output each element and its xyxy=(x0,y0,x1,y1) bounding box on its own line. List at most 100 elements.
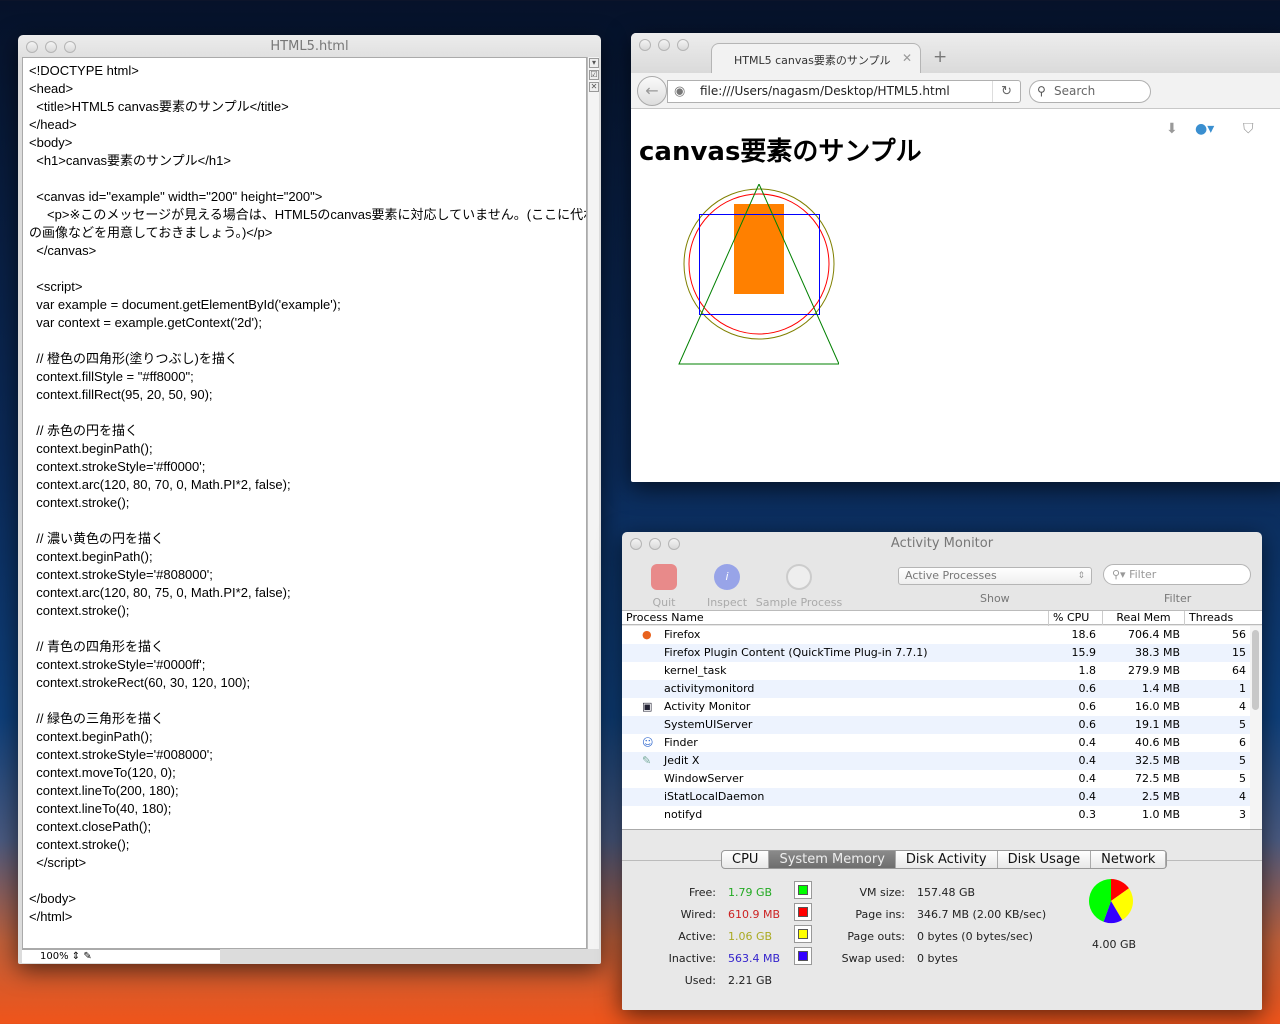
app-icon: ● xyxy=(642,628,652,641)
sample-process-button[interactable]: Sample Process xyxy=(754,560,844,609)
code-line: context.strokeStyle='#808000'; xyxy=(29,567,213,582)
show-select[interactable]: Active Processes ⇕ xyxy=(898,567,1092,585)
code-line: context.arc(120, 80, 70, 0, Math.PI*2, f… xyxy=(29,477,291,492)
process-cpu: 15.9 xyxy=(1071,646,1097,659)
memory-label: Used: xyxy=(684,974,716,987)
close-tab-icon[interactable]: ✕ xyxy=(902,51,912,65)
tab-active[interactable]: HTML5 canvas要素のサンプル ✕ xyxy=(711,43,921,73)
inspect-button[interactable]: i Inspect xyxy=(706,560,748,609)
code-line: context.beginPath(); xyxy=(29,729,153,744)
stopwatch-icon xyxy=(786,564,812,590)
code-line: context.fillRect(95, 20, 50, 90); xyxy=(29,387,213,402)
process-cpu: 0.3 xyxy=(1078,808,1097,821)
process-mem: 279.9 MB xyxy=(1127,664,1180,677)
table-row[interactable]: ☺ Finder 0.4 40.6 MB 6 xyxy=(622,734,1250,752)
process-name: iStatLocalDaemon xyxy=(664,790,765,803)
table-row[interactable]: notifyd 0.3 1.0 MB 3 xyxy=(622,806,1250,824)
vm-label: Page outs: xyxy=(847,930,905,943)
table-row[interactable]: iStatLocalDaemon 0.4 2.5 MB 4 xyxy=(622,788,1250,806)
code-editor[interactable]: <!DOCTYPE html> <head> <title>HTML5 canva… xyxy=(22,57,587,949)
code-line: // 青色の四角形を描く xyxy=(29,639,165,654)
table-row[interactable]: activitymonitord 0.6 1.4 MB 1 xyxy=(622,680,1250,698)
col-real-mem[interactable]: Real Mem xyxy=(1102,611,1184,625)
download-icon[interactable]: ⬇ xyxy=(1166,121,1178,137)
addon-icon[interactable]: ●▾ xyxy=(1195,121,1214,137)
stepper-icon[interactable]: ⇕ xyxy=(72,951,80,962)
process-threads: 4 xyxy=(1239,790,1246,803)
editor-scrollbar[interactable]: ▾ ☑ ✕ xyxy=(587,57,599,949)
code-line: context.beginPath(); xyxy=(29,549,153,564)
memory-value: 563.4 MB xyxy=(728,952,781,965)
url-bar[interactable]: ◉ file:///Users/nagasm/Desktop/HTML5.html… xyxy=(667,80,1021,103)
memory-value: 1.79 GB xyxy=(728,886,773,899)
window-controls[interactable] xyxy=(639,39,689,51)
process-mem: 72.5 MB xyxy=(1134,772,1180,785)
code-line: context.arc(120, 80, 75, 0, Math.PI*2, f… xyxy=(29,585,291,600)
code-line: <title>HTML5 canvas要素のサンプル</title> xyxy=(29,99,289,114)
orange-rect xyxy=(734,204,784,294)
vm-value: 0 bytes xyxy=(917,952,958,965)
table-scrollbar[interactable] xyxy=(1250,626,1262,829)
col-threads[interactable]: Threads xyxy=(1184,611,1250,625)
process-threads: 3 xyxy=(1239,808,1246,821)
process-threads: 5 xyxy=(1239,754,1246,767)
code-line: <script> xyxy=(29,279,83,294)
process-mem: 706.4 MB xyxy=(1127,628,1180,641)
process-mem: 40.6 MB xyxy=(1134,736,1180,749)
filter-input[interactable]: ⚲▾ Filter xyxy=(1103,564,1251,585)
memory-value: 1.06 GB xyxy=(728,930,773,943)
tab-disk-activity[interactable]: Disk Activity xyxy=(896,851,998,868)
process-table: ● Firefox 18.6 706.4 MB 56 Firefox Plugin Con… xyxy=(622,626,1250,829)
color-swatch[interactable] xyxy=(794,947,812,965)
memory-value: 610.9 MB xyxy=(728,908,781,921)
code-line: <p>※このメッセージが見える場合は、HTML5のcanvas要素に対応していま… xyxy=(29,207,587,222)
table-row[interactable]: SystemUIServer 0.6 19.1 MB 5 xyxy=(622,716,1250,734)
tab-disk-usage[interactable]: Disk Usage xyxy=(998,851,1092,868)
process-name: kernel_task xyxy=(664,664,727,677)
reload-icon[interactable]: ↻ xyxy=(992,81,1012,102)
new-tab-button[interactable]: + xyxy=(933,47,947,67)
memory-label: Inactive: xyxy=(668,952,716,965)
process-name: WindowServer xyxy=(664,772,744,785)
code-line: var example = document.getElementById('e… xyxy=(29,297,341,312)
code-line: <body> xyxy=(29,135,73,150)
tab-bar: CPU System Memory Disk Activity Disk Usage N… xyxy=(721,850,1168,869)
table-row[interactable]: kernel_task 1.8 279.9 MB 64 xyxy=(622,662,1250,680)
back-button[interactable]: ← xyxy=(637,76,667,106)
process-threads: 56 xyxy=(1232,628,1246,641)
shield-icon[interactable]: ⛉ xyxy=(1243,121,1254,137)
process-name: Firefox xyxy=(664,628,701,641)
code-line: </body> xyxy=(29,891,76,906)
code-line: </html> xyxy=(29,909,73,924)
process-cpu: 18.6 xyxy=(1071,628,1097,641)
code-line: context.stroke(); xyxy=(29,603,130,618)
table-row[interactable]: ● Firefox 18.6 706.4 MB 56 xyxy=(622,626,1250,644)
code-line: <!DOCTYPE html> xyxy=(29,63,139,78)
code-line: context.stroke(); xyxy=(29,495,130,510)
app-icon: ▣ xyxy=(642,700,653,713)
code-line: // 赤色の円を描く xyxy=(29,423,139,438)
col-process-name[interactable]: Process Name xyxy=(622,611,708,625)
search-input[interactable]: ⚲ Search xyxy=(1029,80,1151,103)
code-line: context.stroke(); xyxy=(29,837,130,852)
table-row[interactable]: ▣ Activity Monitor 0.6 16.0 MB 4 xyxy=(622,698,1250,716)
process-threads: 5 xyxy=(1239,718,1246,731)
color-swatch[interactable] xyxy=(794,903,812,921)
color-swatch[interactable] xyxy=(794,925,812,943)
process-cpu: 0.6 xyxy=(1078,682,1097,695)
memory-value: 2.21 GB xyxy=(728,974,773,987)
table-row[interactable]: Firefox Plugin Content (QuickTime Plug-i… xyxy=(622,644,1250,662)
vm-value: 346.7 MB (2.00 KB/sec) xyxy=(917,908,1047,921)
tab-network[interactable]: Network xyxy=(1091,851,1167,868)
code-line: </canvas> xyxy=(29,243,97,258)
table-row[interactable]: WindowServer 0.4 72.5 MB 5 xyxy=(622,770,1250,788)
vm-value: 157.48 GB xyxy=(917,886,976,899)
tab-system-memory[interactable]: System Memory xyxy=(769,851,896,868)
code-line: context.closePath(); xyxy=(29,819,152,834)
zoom-level[interactable]: 100% ⇕ ✎ xyxy=(22,949,220,963)
table-row[interactable]: ✎ Jedit X 0.4 32.5 MB 5 xyxy=(622,752,1250,770)
color-swatch[interactable] xyxy=(794,881,812,899)
tab-cpu[interactable]: CPU xyxy=(722,851,770,868)
table-header: Process Name % CPU ▾ Real Mem Threads xyxy=(622,610,1262,639)
process-mem: 16.0 MB xyxy=(1134,700,1180,713)
